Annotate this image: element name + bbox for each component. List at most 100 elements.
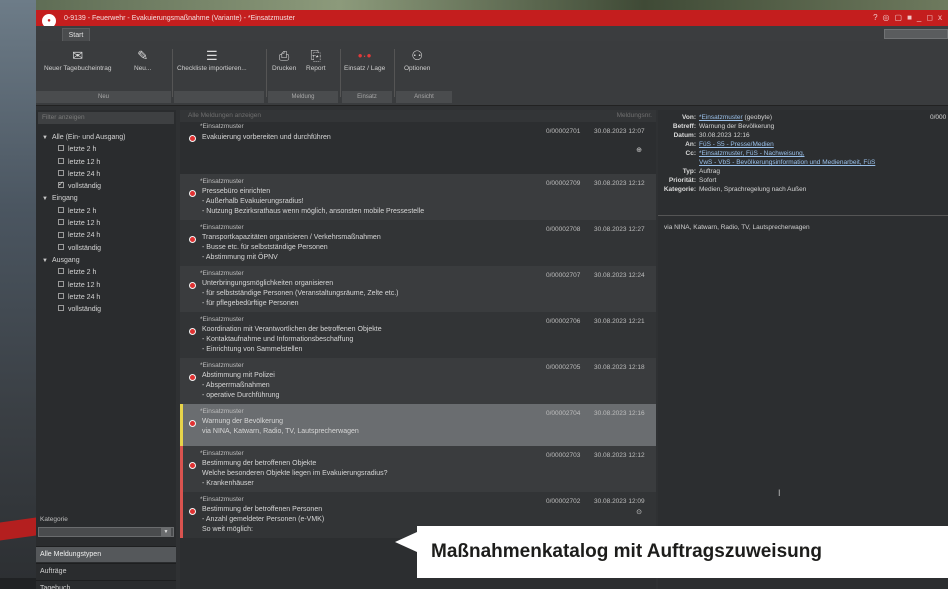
message-row[interactable]: *Einsatzmuster 0/00002706 30.08.2023 12:21… [180, 312, 656, 358]
message-author: *Einsatzmuster [200, 178, 244, 185]
detail-to-link[interactable]: FüS - S5 - Presse/Medien [699, 141, 774, 148]
detail-number: 0/000 [930, 114, 947, 121]
checkbox[interactable] [58, 206, 64, 213]
detail-priority-value: Sofort [699, 177, 717, 184]
window-control-1[interactable]: ◎ [883, 13, 890, 22]
message-number: 0/00002705 [546, 364, 581, 371]
tree-item[interactable]: letzte 2 h [40, 144, 174, 156]
search-input[interactable] [884, 29, 948, 39]
checkbox[interactable] [58, 243, 64, 250]
message-row[interactable]: *Einsatzmuster 0/00002705 30.08.2023 12:18… [180, 358, 656, 404]
message-list-header-text: Alle Meldungen anzeigen [188, 112, 261, 119]
message-subject: Pressebüro einrichten [202, 188, 271, 195]
caret-down-icon[interactable]: ▼ [42, 132, 48, 144]
checkbox[interactable] [58, 219, 64, 226]
left-filter-panel: Filter anzeigen ▼ Alle (Ein- und Ausgang)… [36, 110, 176, 589]
detail-from-link[interactable]: *Einsatzmuster [699, 114, 743, 121]
message-line: Welche besonderen Objekte liegen im Evak… [202, 470, 388, 477]
checkbox[interactable] [58, 170, 64, 177]
tree-item[interactable]: letzte 24 h [40, 230, 174, 242]
tree-item[interactable]: letzte 2 h [40, 206, 174, 218]
detail-type-key: Typ: [682, 168, 696, 175]
detail-cc-link-2[interactable]: VwS - VbS - Bevölkerungsinformation und … [699, 159, 875, 166]
detail-type-value: Auftrag [699, 168, 720, 175]
caret-down-icon[interactable]: ▼ [42, 193, 48, 205]
message-author: *Einsatzmuster [200, 316, 244, 323]
message-number: 0/00002702 [546, 498, 581, 505]
tab-start[interactable]: Start [62, 28, 90, 41]
window-control-5[interactable]: ◻ [926, 13, 933, 22]
message-row[interactable]: *Einsatzmuster 0/00002708 30.08.2023 12:27… [180, 220, 656, 266]
tree-item[interactable]: vollständig [40, 243, 174, 255]
print-label: Drucken [272, 65, 297, 72]
message-row[interactable]: *Einsatzmuster 0/00002704 30.08.2023 12:16… [180, 404, 656, 446]
checkbox[interactable] [58, 157, 64, 164]
attachment-icon[interactable]: ⊙ [636, 508, 642, 516]
message-line: - Nutzung Bezirksrathaus wenn möglich, a… [202, 208, 425, 215]
message-row[interactable]: *Einsatzmuster 0/00002709 30.08.2023 12:12… [180, 174, 656, 220]
window-control-3[interactable]: ■ [907, 13, 912, 22]
checkbox[interactable] [58, 268, 64, 275]
ribbon-separator [340, 49, 341, 97]
message-subject: Transportkapazitäten organisieren / Verk… [202, 234, 381, 241]
status-dot-icon [189, 420, 196, 427]
checkbox[interactable] [58, 231, 64, 238]
incident-situation-button[interactable]: •·• Einsatz / Lage [344, 47, 385, 87]
message-date: 30.08.2023 12:21 [594, 318, 645, 325]
tree-item[interactable]: vollständig [40, 179, 174, 193]
nav-item[interactable]: Alle Meldungstypen [36, 546, 176, 562]
tree-item[interactable]: letzte 2 h [40, 267, 174, 279]
checkbox[interactable] [58, 305, 64, 312]
checkbox[interactable] [58, 179, 64, 192]
tree-item[interactable]: letzte 12 h [40, 280, 174, 292]
checkbox[interactable] [58, 280, 64, 287]
message-number: 0/00002708 [546, 226, 581, 233]
message-line: via NINA, Katwarn, Radio, TV, Lautsprech… [202, 428, 359, 435]
message-subject: Warnung der Bevölkerung [202, 418, 284, 425]
new-diary-entry-button[interactable]: ✉ Neuer Tagebucheintrag [44, 47, 111, 87]
message-date: 30.08.2023 12:12 [594, 452, 645, 459]
window-control-0[interactable]: ? [873, 13, 877, 22]
tree-label: letzte 24 h [68, 170, 101, 178]
checkbox[interactable] [58, 293, 64, 300]
detail-body[interactable]: via NINA, Katwarn, Radio, TV, Lautsprech… [664, 224, 810, 231]
caret-down-icon[interactable]: ▼ [42, 255, 48, 267]
detail-cc-link[interactable]: *Einsatzmuster, FüS - Nachweisung, [699, 150, 805, 157]
options-button[interactable]: ⚇ Optionen [404, 47, 430, 87]
message-row[interactable]: *Einsatzmuster 0/00002703 30.08.2023 12:12… [180, 446, 656, 492]
tree-item[interactable]: letzte 24 h [40, 292, 174, 304]
window-control-2[interactable]: ▢ [895, 13, 903, 22]
ribbon: ✉ Neuer Tagebucheintrag ✎ Neu... Neu ☰ Chec… [36, 41, 948, 106]
message-row[interactable]: *Einsatzmuster 0/00002707 30.08.2023 12:24… [180, 266, 656, 312]
nav-item[interactable]: Tagebuch [36, 580, 176, 589]
envelope-icon: ✉ [72, 48, 84, 63]
ribbon-group-meldung: ⎙ Drucken ⎘ Report Meldung [268, 47, 338, 103]
attachment-icon[interactable]: ⊕ [636, 146, 642, 154]
tree-group[interactable]: ▼ Eingang [40, 193, 174, 205]
import-checklist-button[interactable]: ☰ Checkliste importieren... [177, 47, 247, 87]
message-row[interactable]: *Einsatzmuster 0/00002701 30.08.2023 12:07… [180, 122, 656, 174]
chevron-down-icon[interactable]: ▼ [161, 528, 171, 536]
window-control-6[interactable]: x [938, 13, 942, 22]
tree-item[interactable]: letzte 12 h [40, 218, 174, 230]
ribbon-group-label-neu: Neu [36, 91, 171, 103]
window-control-4[interactable]: _ [917, 13, 921, 22]
status-dot-icon [189, 374, 196, 381]
tree-group[interactable]: ▼ Alle (Ein- und Ausgang) [40, 132, 174, 144]
status-dot-icon [189, 135, 196, 142]
message-author: *Einsatzmuster [200, 224, 244, 231]
category-select[interactable]: ▼ [38, 527, 174, 537]
checkbox[interactable] [58, 145, 64, 152]
printer-icon: ⎙ [278, 48, 290, 63]
tree-item[interactable]: vollständig [40, 304, 174, 316]
message-line: - Außerhalb Evakuierungsradius! [202, 198, 304, 205]
tree-group[interactable]: ▼ Ausgang [40, 255, 174, 267]
tree-item[interactable]: letzte 12 h [40, 157, 174, 169]
message-list: Alle Meldungen anzeigen Meldungsnr. *Ein… [180, 110, 656, 589]
report-button[interactable]: ⎘ Report [306, 47, 326, 87]
nav-item[interactable]: Aufträge [36, 563, 176, 579]
new-button[interactable]: ✎ Neu... [134, 47, 151, 87]
message-date: 30.08.2023 12:27 [594, 226, 645, 233]
filter-input[interactable]: Filter anzeigen [38, 112, 174, 124]
print-button[interactable]: ⎙ Drucken [272, 47, 296, 87]
